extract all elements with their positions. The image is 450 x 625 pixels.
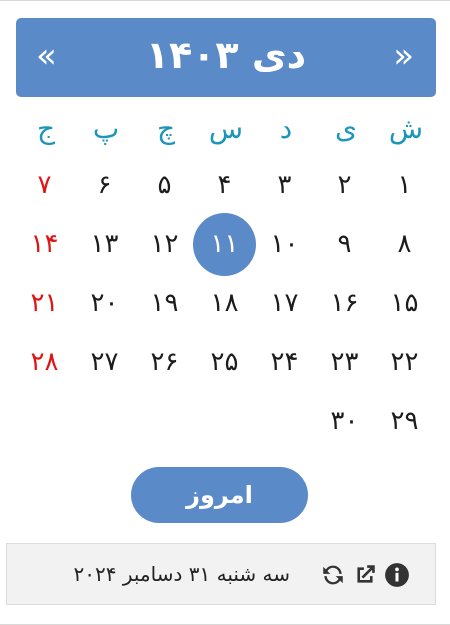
prev-month-button[interactable]: « xyxy=(36,36,57,76)
day-number: ۱ xyxy=(397,170,412,200)
day-cell[interactable]: ۱۳ xyxy=(76,213,136,276)
day-number: ۵ xyxy=(157,170,172,200)
day-cell[interactable]: ۲۲ xyxy=(376,331,436,394)
footer-bar: سه شنبه ۳۱ دسامبر ۲۰۲۴ xyxy=(6,543,436,605)
refresh-icon[interactable] xyxy=(320,562,346,588)
weekday-label: س xyxy=(208,112,244,145)
day-number: ۱۵ xyxy=(390,288,419,318)
day-cell[interactable]: ۱۲ xyxy=(136,213,196,276)
day-number: ۱۹ xyxy=(150,288,179,318)
weekday-label: پ xyxy=(92,112,120,145)
day-cell[interactable]: ۲۰ xyxy=(76,272,136,335)
day-number: ۲۲ xyxy=(390,347,419,377)
day-number: ۱۶ xyxy=(330,288,359,318)
week-row: ۱۵ ۱۶ ۱۷ ۱۸ ۱۹ ۲۰ ۲۱ xyxy=(16,274,436,333)
day-number: ۱۱ xyxy=(193,213,256,276)
day-cell[interactable]: ۱۵ xyxy=(376,272,436,335)
month-year-title[interactable]: دی ۱۴۰۳ xyxy=(16,32,436,78)
day-cell[interactable]: ۸ xyxy=(376,213,436,276)
week-row: ۲۹ ۳۰ xyxy=(16,392,436,451)
week-row: ۱ ۲ ۳ ۴ ۵ ۶ ۷ xyxy=(16,156,436,215)
calendar-grid: ش ی د س چ پ ج ۱ ۲ ۳ ۴ ۵ ۶ ۷ ۸ ۹ ۱۰ ۱۱ ۱۲ ۱۳ ۱۴ ۱۵ ۱۶ ۱۷ ۱… xyxy=(16,101,436,451)
day-number: ۳۰ xyxy=(330,406,359,436)
day-number: ۴ xyxy=(217,170,232,200)
day-number: ۹ xyxy=(337,229,352,259)
day-number xyxy=(133,379,196,442)
day-number: ۱۰ xyxy=(270,229,299,259)
day-cell[interactable]: ۳ xyxy=(256,154,316,217)
day-number: ۷ xyxy=(37,170,52,200)
day-number xyxy=(253,379,316,442)
day-cell[interactable]: ۱ xyxy=(376,154,436,217)
day-cell[interactable]: ۲۱ xyxy=(16,272,76,335)
empty-cell xyxy=(256,379,316,464)
empty-cell xyxy=(16,379,76,464)
weekday-label: د xyxy=(279,112,293,145)
day-number: ۲۰ xyxy=(90,288,119,318)
day-number: ۱۴ xyxy=(30,229,59,259)
day-cell[interactable]: ۱۱ xyxy=(193,213,256,276)
weekday-row: ش ی د س چ پ ج xyxy=(16,101,436,156)
footer-icons xyxy=(320,562,410,588)
day-number: ۲ xyxy=(337,170,352,200)
day-cell[interactable]: ۱۹ xyxy=(136,272,196,335)
calendar-header: » دی ۱۴۰۳ « xyxy=(16,18,436,97)
weeks-container: ۱ ۲ ۳ ۴ ۵ ۶ ۷ ۸ ۹ ۱۰ ۱۱ ۱۲ ۱۳ ۱۴ ۱۵ ۱۶ ۱۷ ۱۸ ۱۹ ۲۰ ۲۱ ۲۲ ۲۳ ۲۴ ۲… xyxy=(16,156,436,451)
weekday-label: ج xyxy=(36,112,56,145)
empty-cell xyxy=(136,379,196,464)
day-cell[interactable]: ۱۰ xyxy=(256,213,316,276)
info-icon[interactable] xyxy=(384,562,410,588)
empty-cell xyxy=(76,379,136,464)
day-number: ۱۲ xyxy=(150,229,179,259)
day-cell[interactable]: ۱۷ xyxy=(256,272,316,335)
day-number xyxy=(193,379,256,442)
day-cell[interactable]: ۷ xyxy=(16,154,76,217)
day-cell[interactable]: ۵ xyxy=(136,154,196,217)
day-cell[interactable]: ۱۴ xyxy=(16,213,76,276)
day-cell[interactable]: ۹ xyxy=(316,213,376,276)
day-cell[interactable]: ۳۰ xyxy=(316,390,376,453)
weekday-label: ش xyxy=(388,112,424,145)
empty-cell xyxy=(196,379,256,464)
weekday-label: چ xyxy=(156,112,176,145)
day-cell[interactable]: ۲ xyxy=(316,154,376,217)
day-cell[interactable]: ۲۹ xyxy=(376,390,436,453)
day-cell[interactable]: ۶ xyxy=(76,154,136,217)
day-number xyxy=(13,379,76,442)
day-number: ۶ xyxy=(97,170,112,200)
day-cell[interactable]: ۲۳ xyxy=(316,331,376,394)
day-cell[interactable]: ۴ xyxy=(196,154,256,217)
day-number xyxy=(73,379,136,442)
day-number: ۳ xyxy=(277,170,292,200)
today-button[interactable]: امروز xyxy=(131,467,308,523)
day-number: ۸ xyxy=(397,229,412,259)
calendar-widget: » دی ۱۴۰۳ « ش ی د س چ پ ج ۱ ۲ ۳ ۴ ۵ ۶ ۷ ۸ ۹ ۱۰ ۱۱ ۱… xyxy=(0,0,450,625)
day-cell[interactable]: ۱۶ xyxy=(316,272,376,335)
day-number: ۲۳ xyxy=(330,347,359,377)
gregorian-date: سه شنبه ۳۱ دسامبر ۲۰۲۴ xyxy=(73,562,290,586)
day-number: ۱۸ xyxy=(210,288,239,318)
day-number: ۲۱ xyxy=(30,288,59,318)
external-link-icon[interactable] xyxy=(352,562,378,588)
day-number: ۱۷ xyxy=(270,288,299,318)
day-cell[interactable]: ۱۸ xyxy=(196,272,256,335)
weekday-label: ی xyxy=(335,112,357,145)
day-number: ۱۳ xyxy=(90,229,119,259)
week-row: ۸ ۹ ۱۰ ۱۱ ۱۲ ۱۳ ۱۴ xyxy=(16,213,436,276)
day-number: ۲۹ xyxy=(390,406,419,436)
